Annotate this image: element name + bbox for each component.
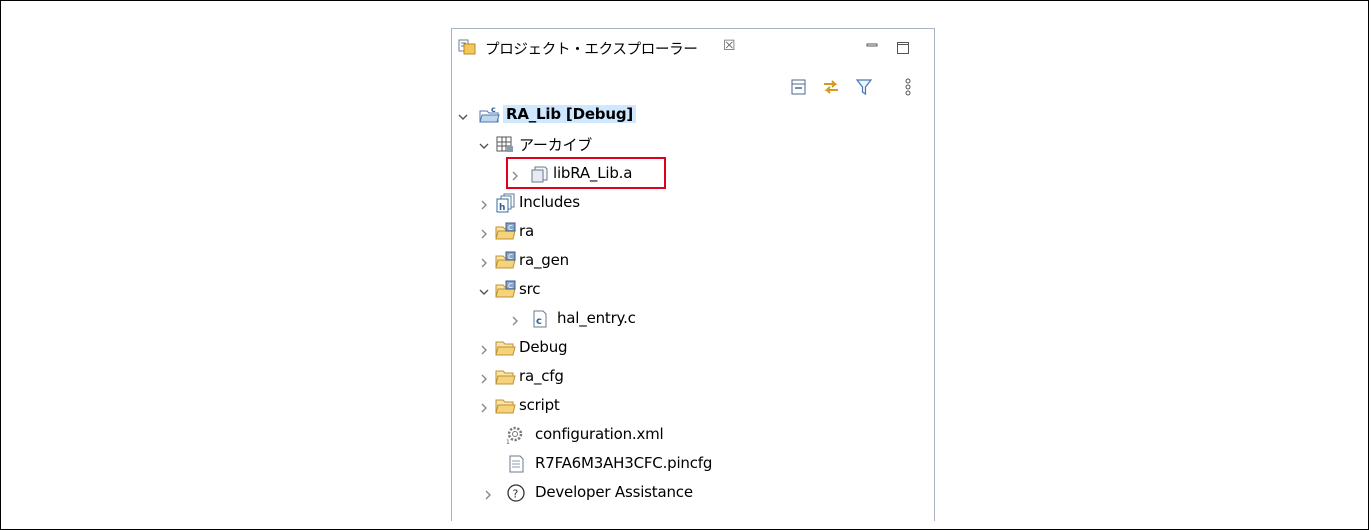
tree-item-configuration-xml[interactable]: 1 configuration.xml xyxy=(452,423,712,447)
folder-icon xyxy=(495,396,516,416)
tree-item-includes[interactable]: h Includes xyxy=(452,191,712,215)
help-circle-icon: ? xyxy=(506,483,526,503)
tree-item-ra-cfg[interactable]: ra_cfg xyxy=(452,365,712,389)
svg-text:C: C xyxy=(508,224,513,232)
svg-text:C: C xyxy=(508,282,513,290)
c-project-icon: c xyxy=(479,105,500,125)
view-title: プロジェクト・エクスプローラー xyxy=(485,42,698,58)
archives-icon xyxy=(495,134,515,154)
tree-item-label: script xyxy=(519,396,560,414)
svg-text:1: 1 xyxy=(506,439,510,445)
folder-icon xyxy=(495,338,516,358)
maximize-icon[interactable] xyxy=(896,40,910,54)
tree-item-label: src xyxy=(519,280,541,298)
view-menu-icon[interactable] xyxy=(902,77,922,97)
source-folder-icon: C xyxy=(495,280,516,300)
svg-text:C: C xyxy=(508,253,513,261)
filter-icon[interactable] xyxy=(854,77,874,97)
tree-item-label: hal_entry.c xyxy=(557,309,636,327)
svg-text:?: ? xyxy=(513,488,519,501)
view-title-bar[interactable]: プロジェクト・エクスプローラー ☒ xyxy=(452,29,934,67)
tree-item-label: ra xyxy=(519,222,534,240)
tree-item-hal-entry-c[interactable]: c hal_entry.c xyxy=(452,307,712,331)
chevron-right-icon[interactable] xyxy=(482,486,494,500)
tree-item-label: ra_cfg xyxy=(519,367,564,385)
chevron-right-icon[interactable] xyxy=(478,254,490,268)
tree-item-developer-assistance[interactable]: ? Developer Assistance xyxy=(452,481,732,505)
close-view-icon[interactable]: ☒ xyxy=(723,38,736,54)
tree-item-ra-gen[interactable]: C ra_gen xyxy=(452,249,712,273)
chevron-right-icon[interactable] xyxy=(478,370,490,384)
tree-item-src[interactable]: C src xyxy=(452,278,712,302)
tree-item-pincfg[interactable]: R7FA6M3AH3CFC.pincfg xyxy=(452,452,732,476)
highlight-annotation-box xyxy=(506,157,666,189)
includes-icon: h xyxy=(495,193,515,213)
svg-text:c: c xyxy=(536,316,542,327)
tree-item-script[interactable]: script xyxy=(452,394,712,418)
tree-item-label: R7FA6M3AH3CFC.pincfg xyxy=(535,454,713,472)
chevron-down-icon[interactable] xyxy=(478,283,490,295)
folder-icon xyxy=(495,367,516,387)
svg-text:h: h xyxy=(499,203,505,213)
c-file-icon: c xyxy=(530,309,550,329)
tree-item-archives[interactable]: アーカイブ xyxy=(452,132,712,156)
source-folder-icon: C xyxy=(495,222,516,242)
view-toolbar xyxy=(452,77,934,99)
tree-item-label: Debug xyxy=(519,338,568,356)
tree-item-label: Developer Assistance xyxy=(535,483,693,501)
text-file-icon xyxy=(507,454,527,474)
chevron-right-icon[interactable] xyxy=(509,312,521,326)
chevron-down-icon[interactable] xyxy=(457,108,469,120)
tree-item-label: RA_Lib [Debug] xyxy=(503,105,637,123)
tree-item-ra[interactable]: C ra xyxy=(452,220,712,244)
tree-item-label: ra_gen xyxy=(519,251,569,269)
tree-item-ra-lib-project[interactable]: c RA_Lib [Debug] xyxy=(452,103,712,127)
chevron-down-icon[interactable] xyxy=(478,137,490,149)
chevron-right-icon[interactable] xyxy=(478,196,490,210)
source-folder-icon: C xyxy=(495,251,516,271)
tree-item-debug[interactable]: Debug xyxy=(452,336,712,360)
project-explorer-icon xyxy=(458,38,476,56)
chevron-right-icon[interactable] xyxy=(478,225,490,239)
configuration-gear-icon: 1 xyxy=(505,425,525,446)
tree-item-label: configuration.xml xyxy=(535,425,664,443)
chevron-right-icon[interactable] xyxy=(478,399,490,413)
chevron-right-icon[interactable] xyxy=(478,341,490,355)
tree-item-label: Includes xyxy=(519,193,580,211)
project-explorer-panel: プロジェクト・エクスプローラー ☒ c RA_Lib [Debug] アーカイブ… xyxy=(451,28,935,521)
tree-item-label: アーカイブ xyxy=(519,136,593,154)
collapse-all-icon[interactable] xyxy=(789,77,809,97)
svg-text:c: c xyxy=(491,105,496,114)
minimize-icon[interactable] xyxy=(865,40,879,54)
link-with-editor-icon[interactable] xyxy=(821,77,841,97)
